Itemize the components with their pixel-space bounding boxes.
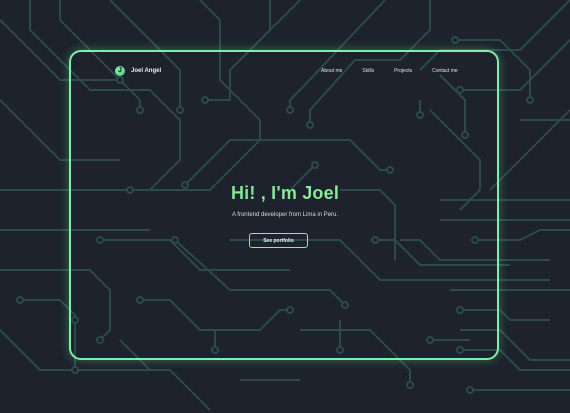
hero-frame xyxy=(69,50,499,360)
nav-item-about[interactable]: About me xyxy=(321,68,342,74)
nav-item-projects[interactable]: Projects xyxy=(394,68,412,74)
logo-j-icon: J xyxy=(115,66,125,76)
brand-logo[interactable]: J Joel Angel xyxy=(115,66,161,76)
brand-name: Joel Angel xyxy=(131,68,162,74)
hero-title: Hi! , I'm Joel xyxy=(0,183,570,204)
hero-subtitle: A frontend developer from Lima in Peru. xyxy=(231,212,339,218)
nav-item-contact[interactable]: Contact me xyxy=(432,68,458,74)
main-nav: About me Skills Projects Contact me xyxy=(321,68,478,74)
nav-item-skills[interactable]: Skills xyxy=(362,68,374,74)
see-portfolio-button[interactable]: See portfolio xyxy=(249,233,308,248)
